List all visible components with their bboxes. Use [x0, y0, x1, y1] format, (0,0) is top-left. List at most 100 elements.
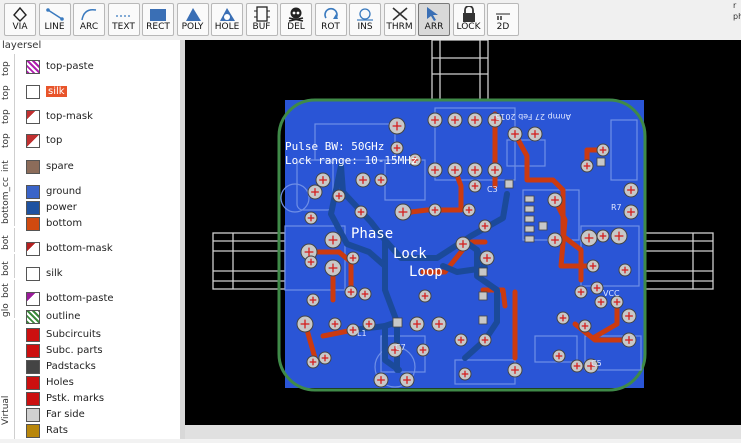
poly-tool-label: POLY — [181, 22, 204, 32]
layer-name: outline — [46, 311, 81, 322]
del-tool-button[interactable]: DEL — [280, 3, 312, 36]
del-tool-label: DEL — [287, 22, 305, 32]
silk-label-c3: C3 — [487, 185, 498, 194]
silk-label-l1: L1 — [357, 329, 367, 338]
group-label-bot-3: bot — [0, 280, 15, 300]
layer-swatch[interactable] — [26, 60, 40, 74]
buf-tool-label: BUF — [252, 22, 271, 32]
2d-tool-label: 2D — [496, 22, 510, 32]
rot-tool-button[interactable]: ROT — [314, 3, 347, 36]
poly-tool-button[interactable]: POLY — [176, 3, 209, 36]
group-label-top-1: top — [0, 54, 15, 78]
layer-name: ground — [46, 186, 82, 197]
silk-label-r7: R7 — [611, 203, 622, 212]
hole-tool-button[interactable]: HOLE — [211, 3, 243, 36]
layer-swatch[interactable] — [26, 344, 40, 358]
thrm-tool-label: THRM — [386, 22, 413, 32]
group-label-bot-1: bot — [0, 228, 15, 252]
layer-name: bottom — [46, 218, 83, 229]
layer-swatch[interactable] — [26, 328, 40, 342]
layer-swatch[interactable] — [26, 292, 40, 306]
layer-name: Subc. parts — [46, 345, 103, 356]
layer-name: Padstacks — [46, 361, 96, 372]
layer-name: spare — [46, 161, 74, 172]
silk-label-c7: C7 — [395, 343, 406, 352]
horizontal-scrollbar[interactable] — [185, 425, 741, 439]
sma-connector-left — [212, 232, 286, 290]
layer-swatch[interactable] — [26, 185, 40, 199]
toolbar: VIA LINE ARC TEXT RECT POLY HOLE BUF DEL ROT INS TH… — [0, 0, 741, 40]
layer-name: top — [46, 135, 63, 146]
ins-tool-button[interactable]: INS — [349, 3, 381, 36]
arr-tool-button[interactable]: ARR — [418, 3, 450, 36]
group-label-bot-2: bot — [0, 254, 15, 278]
layer-name: Pstk. marks — [46, 393, 105, 404]
layer-swatch[interactable] — [26, 376, 40, 390]
layer-swatch[interactable] — [26, 85, 40, 99]
board-canvas[interactable]: Anmp 27 Feb 2015 C3 R7 C5 C7 L1 VCC Puls… — [185, 39, 741, 439]
lock-tool-button[interactable]: LOCK — [452, 3, 485, 36]
layer-swatch[interactable] — [26, 160, 40, 174]
layer-swatch[interactable] — [26, 267, 40, 281]
layer-swatch[interactable] — [26, 408, 40, 422]
group-label-top-2: top — [0, 78, 15, 102]
layer-swatch[interactable] — [26, 310, 40, 324]
group-label-glo: glo — [0, 300, 15, 318]
lock-range-text: Lock range: 10-15MHz — [285, 154, 417, 167]
layer-swatch[interactable] — [26, 217, 40, 231]
thrm-tool-button[interactable]: THRM — [383, 3, 416, 36]
pulse-bw-text: Pulse BW: 50GHz — [285, 140, 384, 153]
rect-tool-label: RECT — [146, 22, 170, 32]
layer-name: top-mask — [46, 111, 93, 122]
layer-name: Subcircuits — [46, 329, 101, 340]
line-tool-button[interactable]: LINE — [38, 3, 71, 36]
edge-label-1: r — [733, 1, 737, 10]
layer-name: Holes — [46, 377, 74, 388]
loop-text: Loop — [409, 264, 443, 280]
text-tool-label: TEXT — [112, 22, 135, 32]
rect-tool-button[interactable]: RECT — [142, 3, 174, 36]
layer-swatch[interactable] — [26, 134, 40, 148]
edge-label-2: ph — [733, 12, 741, 21]
layer-name: top-paste — [46, 61, 94, 72]
group-label-top-3: top — [0, 102, 15, 126]
via-tool-label: VIA — [12, 22, 28, 32]
layer-swatch[interactable] — [26, 360, 40, 374]
group-label-bottom-cc: bottom_cc — [0, 174, 15, 226]
layer-panel: layersel top top top top int bottom_cc b… — [0, 40, 180, 439]
line-tool-label: LINE — [44, 22, 65, 32]
phase-text: Phase — [351, 226, 393, 242]
arc-tool-button[interactable]: ARC — [73, 3, 105, 36]
layer-name: power — [46, 202, 77, 213]
arr-tool-label: ARR — [424, 22, 444, 32]
pcb-drawing[interactable]: Anmp 27 Feb 2015 C3 R7 C5 C7 L1 VCC Puls… — [185, 39, 741, 439]
svg-text:Anmp 27 Feb 2015: Anmp 27 Feb 2015 — [495, 112, 571, 121]
layer-name: Far side — [46, 409, 85, 420]
2d-tool-button[interactable]: 2D — [487, 3, 519, 36]
sma-connector-right — [640, 232, 714, 290]
hole-tool-label: HOLE — [214, 22, 240, 32]
layer-swatch[interactable] — [26, 201, 40, 215]
group-label-virtual: Virtual — [0, 320, 15, 439]
layer-swatch[interactable] — [26, 392, 40, 406]
ins-tool-label: INS — [357, 22, 373, 32]
layer-swatch[interactable] — [26, 424, 40, 438]
group-label-int: int — [0, 150, 15, 174]
lock-tool-label: LOCK — [456, 22, 481, 32]
layer-name: bottom-paste — [46, 293, 114, 304]
buf-tool-button[interactable]: BUF — [245, 3, 278, 36]
layer-panel-title: layersel — [2, 40, 42, 51]
text-tool-button[interactable]: TEXT — [107, 3, 140, 36]
layer-swatch[interactable] — [26, 242, 40, 256]
layer-name: silk — [46, 268, 63, 279]
window-edge-labels: r ph — [733, 0, 741, 22]
arc-tool-label: ARC — [79, 22, 99, 32]
silk-label-c5: C5 — [591, 359, 602, 368]
layer-name: bottom-mask — [46, 243, 113, 254]
lock-text: Lock — [393, 246, 427, 262]
silk-label-vcc: VCC — [603, 289, 620, 298]
via-tool-button[interactable]: VIA — [4, 3, 36, 36]
layer-swatch[interactable] — [26, 110, 40, 124]
layer-name: silk — [46, 86, 67, 97]
group-label-top-4: top — [0, 126, 15, 150]
